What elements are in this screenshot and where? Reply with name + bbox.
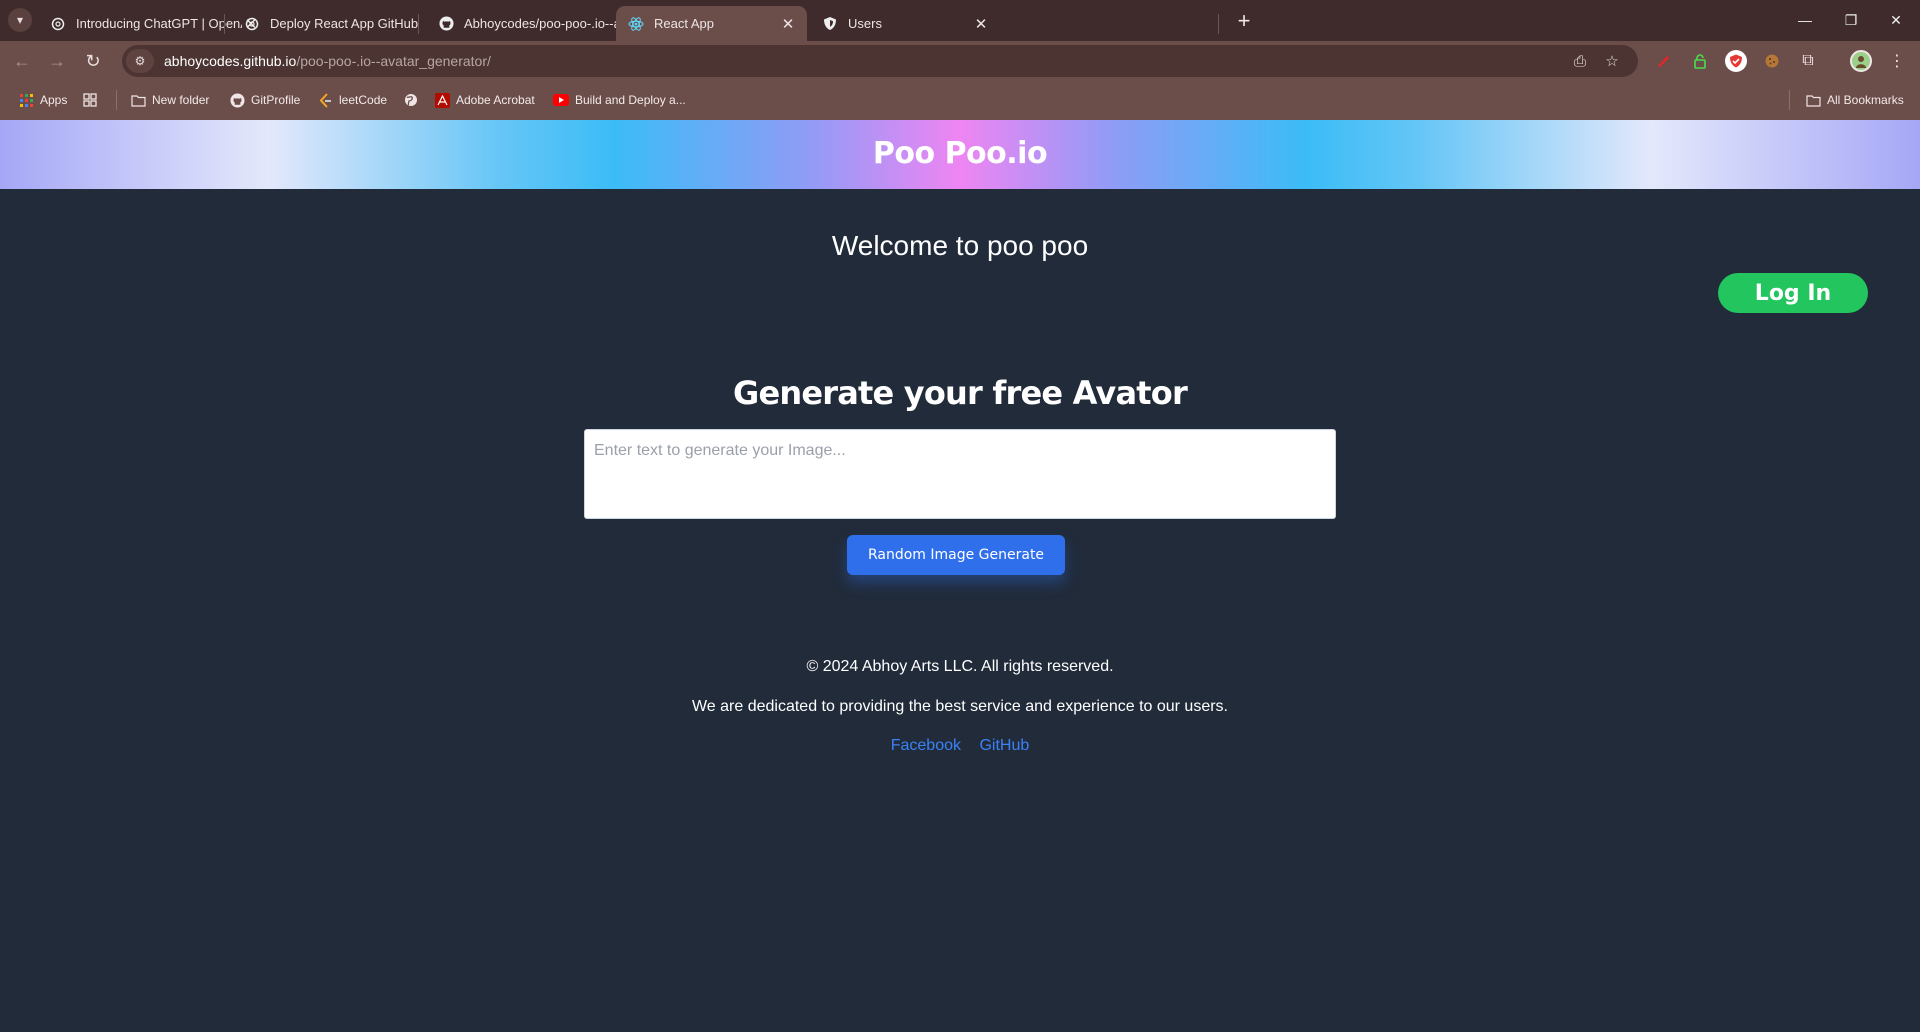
bookmark-leetcode[interactable]: leetCode bbox=[317, 89, 387, 111]
bookmark-star-icon[interactable]: ☆ bbox=[1600, 49, 1624, 73]
github-link[interactable]: GitHub bbox=[979, 737, 1029, 754]
tab-search-button[interactable]: ▾ bbox=[8, 8, 32, 32]
bookmark-label: Adobe Acrobat bbox=[456, 93, 535, 107]
apps-grid-icon bbox=[18, 92, 34, 108]
cookie-extension-icon[interactable] bbox=[1761, 50, 1783, 72]
bookmark-label: Apps bbox=[40, 93, 68, 107]
globe-icon bbox=[403, 92, 419, 108]
back-button[interactable]: ← bbox=[8, 47, 36, 75]
tab-groups-button[interactable] bbox=[82, 89, 104, 111]
arrow-right-icon: → bbox=[48, 50, 66, 71]
chevron-down-icon: ▾ bbox=[16, 13, 24, 27]
footer-copyright: © 2024 Abhoy Arts LLC. All rights reserv… bbox=[806, 658, 1114, 675]
generator-title: Generate your free Avator bbox=[733, 374, 1188, 412]
minimize-button[interactable]: — bbox=[1785, 8, 1825, 32]
footer-links: Facebook GitHub bbox=[0, 737, 1920, 755]
bookmark-label: leetCode bbox=[339, 93, 388, 107]
bookmarks-divider bbox=[116, 90, 117, 110]
more-menu-icon[interactable]: ⋮ bbox=[1886, 50, 1908, 72]
leetcode-icon bbox=[317, 92, 333, 108]
minimize-icon: — bbox=[1798, 12, 1812, 28]
tab-groups-icon bbox=[82, 92, 98, 108]
forward-button[interactable]: → bbox=[43, 47, 71, 75]
restore-icon: ❐ bbox=[1844, 11, 1858, 28]
url-path: /poo-poo-.io--avatar_generator/ bbox=[296, 53, 491, 69]
folder-icon bbox=[1805, 92, 1821, 108]
tab-strip: ▾ Introducing ChatGPT | OpenAI ✕ Deploy … bbox=[0, 0, 1920, 41]
tab-divider bbox=[418, 14, 419, 34]
all-bookmarks-button[interactable]: All Bookmarks bbox=[1805, 89, 1904, 111]
site-info-button[interactable]: ⚙ bbox=[126, 49, 154, 73]
bookmark-label: Build and Deploy a... bbox=[575, 93, 686, 107]
adobe-acrobat-icon bbox=[434, 92, 450, 108]
extensions-puzzle-icon[interactable]: ⧉ bbox=[1797, 50, 1819, 72]
tab-react-app[interactable]: React App ✕ bbox=[616, 6, 807, 41]
tune-icon: ⚙ bbox=[134, 54, 146, 68]
close-icon[interactable]: ✕ bbox=[779, 15, 797, 33]
react-icon bbox=[628, 16, 644, 32]
new-tab-button[interactable]: + bbox=[1231, 8, 1257, 34]
bookmarks-bar: Apps New folder GitProfile leetCode Adob… bbox=[0, 80, 1920, 120]
bookmark-globe[interactable] bbox=[403, 89, 425, 111]
github-icon bbox=[438, 16, 454, 32]
close-icon: ✕ bbox=[1890, 11, 1902, 28]
folder-icon bbox=[130, 92, 146, 108]
install-app-icon[interactable]: ⎙ bbox=[1568, 49, 1592, 73]
openai-icon bbox=[244, 16, 260, 32]
browser-toolbar: ← → ↻ ⚙ abhoycodes.github.io/poo-poo-.io… bbox=[0, 41, 1920, 80]
arrow-left-icon: ← bbox=[13, 50, 31, 71]
tab-divider bbox=[1218, 14, 1219, 34]
adblock-extension-icon[interactable] bbox=[1725, 50, 1747, 72]
close-window-button[interactable]: ✕ bbox=[1876, 8, 1916, 32]
github-icon bbox=[229, 92, 245, 108]
tab-title: Users bbox=[848, 16, 882, 31]
tab-users[interactable]: Users ✕ bbox=[810, 6, 1000, 41]
site-logo[interactable]: Poo Poo.io bbox=[0, 136, 1920, 171]
url-host: abhoycodes.github.io bbox=[164, 53, 297, 69]
generate-button[interactable]: Random Image Generate bbox=[847, 535, 1065, 575]
facebook-link[interactable]: Facebook bbox=[891, 737, 961, 754]
close-icon[interactable]: ✕ bbox=[972, 15, 990, 33]
restore-button[interactable]: ❐ bbox=[1831, 8, 1871, 32]
tab-title: Abhoycodes/poo-poo-.io--avat bbox=[464, 16, 630, 31]
bookmark-label: GitProfile bbox=[251, 93, 301, 107]
tab-title: Deploy React App GitHub bbox=[270, 16, 419, 31]
bookmark-apps[interactable]: Apps bbox=[18, 89, 67, 111]
bookmark-new-folder[interactable]: New folder bbox=[130, 89, 209, 111]
plus-icon: + bbox=[1237, 8, 1251, 33]
bookmark-gitprofile[interactable]: GitProfile bbox=[229, 89, 300, 111]
shield-icon bbox=[822, 16, 838, 32]
bookmark-adobe-acrobat[interactable]: Adobe Acrobat bbox=[434, 89, 535, 111]
reload-button[interactable]: ↻ bbox=[79, 47, 107, 75]
lock-extension-icon[interactable] bbox=[1689, 50, 1711, 72]
pen-extension-icon[interactable] bbox=[1652, 50, 1674, 72]
openai-icon bbox=[50, 16, 66, 32]
address-bar[interactable]: ⚙ abhoycodes.github.io/poo-poo-.io--avat… bbox=[122, 45, 1638, 77]
youtube-icon bbox=[553, 92, 569, 108]
bookmark-build-and-deploy[interactable]: Build and Deploy a... bbox=[553, 89, 686, 111]
site-header: Poo Poo.io bbox=[0, 120, 1920, 189]
profile-avatar[interactable] bbox=[1850, 50, 1872, 72]
tab-title: Introducing ChatGPT | OpenAI bbox=[76, 16, 242, 31]
bookmark-label: New folder bbox=[152, 93, 210, 107]
welcome-heading: Welcome to poo poo bbox=[831, 230, 1089, 261]
prompt-input[interactable] bbox=[584, 429, 1336, 519]
url-text[interactable]: abhoycodes.github.io/poo-poo-.io--avatar… bbox=[164, 53, 491, 69]
bookmark-label: All Bookmarks bbox=[1827, 93, 1904, 107]
login-button[interactable]: Log In bbox=[1718, 273, 1868, 313]
tab-divider bbox=[224, 14, 225, 34]
footer-tagline: We are dedicated to providing the best s… bbox=[691, 698, 1228, 715]
bookmarks-divider bbox=[1789, 90, 1790, 110]
reload-icon: ↻ bbox=[85, 50, 101, 71]
tab-title: React App bbox=[654, 16, 714, 31]
